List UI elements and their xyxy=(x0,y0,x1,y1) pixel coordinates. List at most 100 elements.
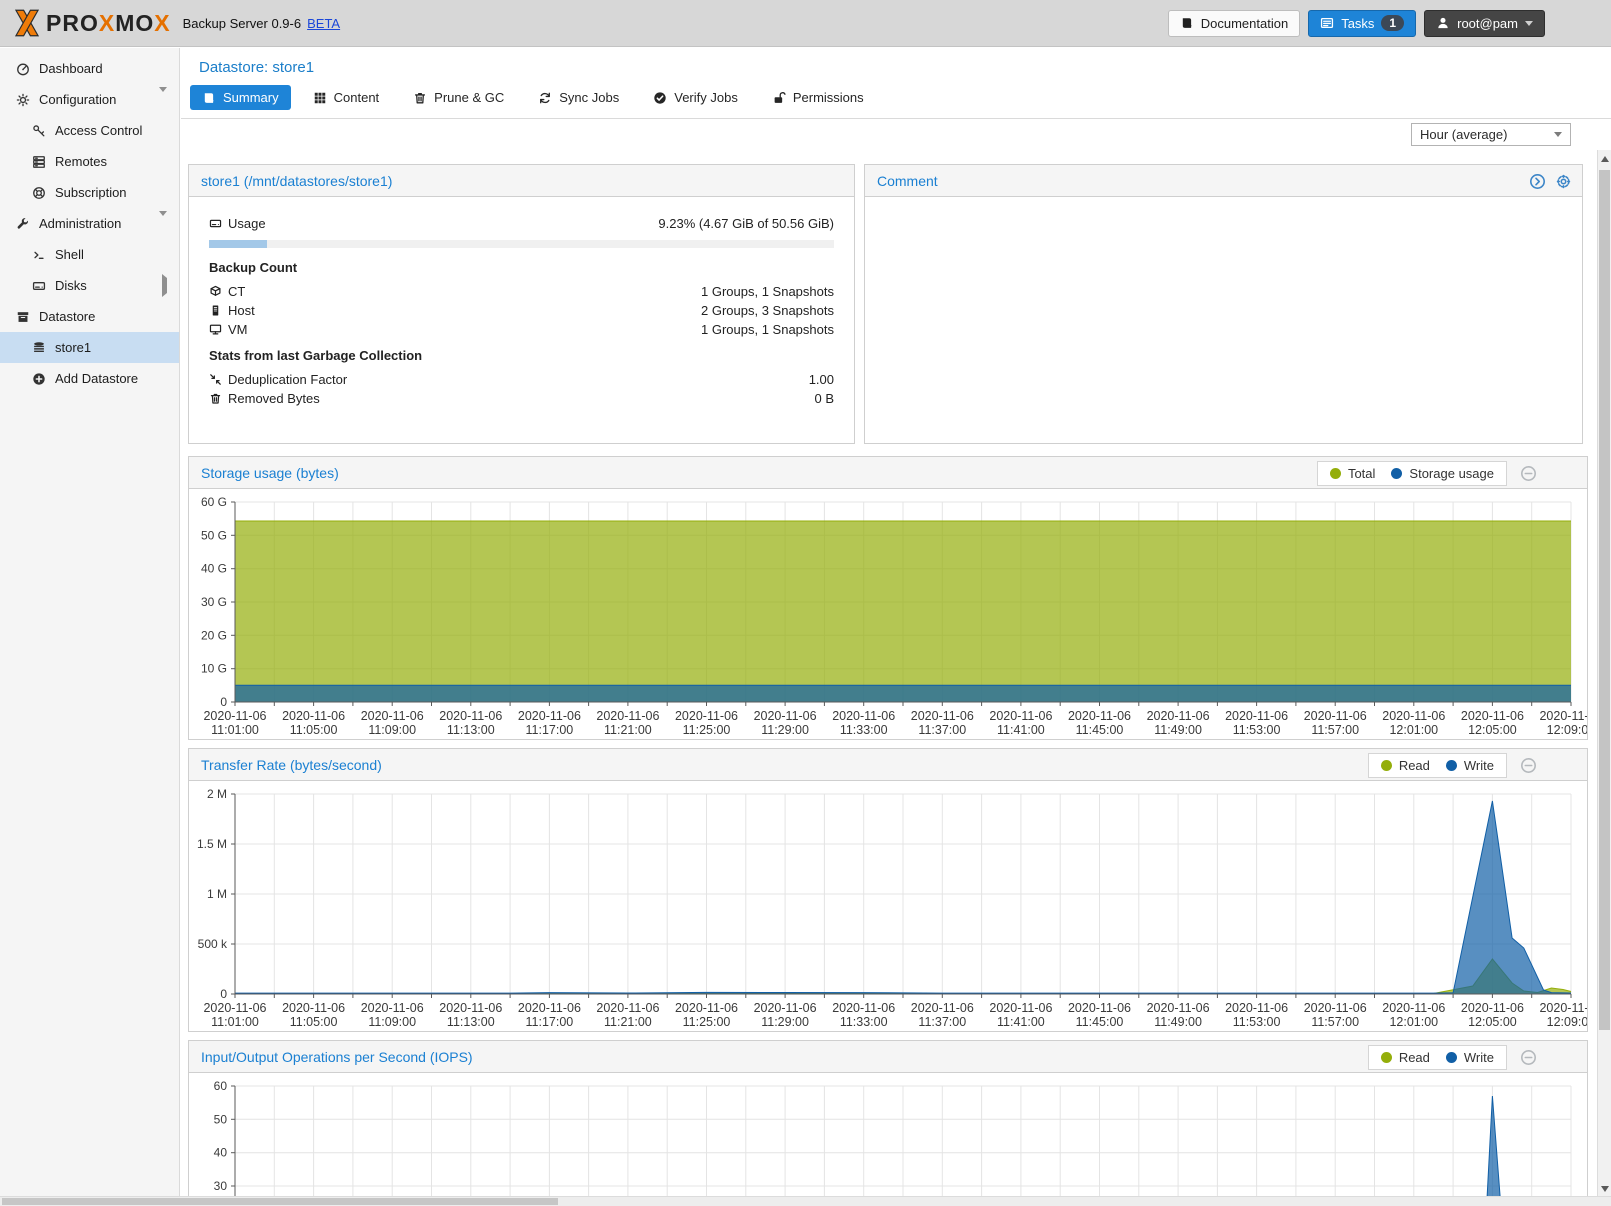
sidebar-item-dashboard[interactable]: Dashboard xyxy=(0,53,179,84)
svg-text:2020-11-0611:29:00: 2020-11-0611:29:00 xyxy=(754,709,817,737)
svg-text:60: 60 xyxy=(214,1079,228,1093)
backup-count-row-host: Host2 Groups, 3 Snapshots xyxy=(209,301,834,320)
tab-content[interactable]: Content xyxy=(301,85,392,110)
tab-prune-gc[interactable]: Prune & GC xyxy=(401,85,516,110)
sidebar-nav: Dashboard Configuration Access Control R… xyxy=(0,48,180,1206)
svg-text:60 G: 60 G xyxy=(201,495,227,509)
usage-row: Usage 9.23% (4.67 GiB of 50.56 GiB) xyxy=(209,213,834,233)
svg-text:2020-11-0611:29:00: 2020-11-0611:29:00 xyxy=(754,1001,817,1029)
beta-link[interactable]: BETA xyxy=(307,16,340,31)
proxmox-x-icon xyxy=(10,6,44,40)
svg-text:2020-11-0611:57:00: 2020-11-0611:57:00 xyxy=(1304,1001,1367,1029)
svg-text:2020-11-0611:53:00: 2020-11-0611:53:00 xyxy=(1225,1001,1288,1029)
tab-bar: Summary Content Prune & GC Sync Jobs Ver… xyxy=(181,85,1611,119)
interval-selector[interactable]: Hour (average) xyxy=(1411,123,1571,146)
svg-text:30 G: 30 G xyxy=(201,595,227,609)
server-list-icon xyxy=(29,155,49,169)
scroll-down-arrow-icon[interactable] xyxy=(1601,1186,1609,1192)
task-list-icon xyxy=(1320,16,1334,30)
usage-progress-fill xyxy=(209,240,267,248)
svg-text:2020-11-0611:09:00: 2020-11-0611:09:00 xyxy=(361,1001,424,1029)
gears-icon xyxy=(13,93,33,107)
svg-text:2020-11-0611:41:00: 2020-11-0611:41:00 xyxy=(989,709,1052,737)
expand-chevron-icon[interactable] xyxy=(162,278,167,293)
collapse-circle-icon[interactable] xyxy=(1520,1049,1537,1066)
legend-dot-total xyxy=(1330,468,1341,479)
database-icon xyxy=(29,341,49,355)
vertical-scrollbar-thumb[interactable] xyxy=(1599,170,1610,1030)
svg-text:2020-11-0611:09:00: 2020-11-0611:09:00 xyxy=(361,709,424,737)
book-icon xyxy=(1180,16,1194,30)
chart-legend: Read Write xyxy=(1368,1045,1507,1070)
svg-text:2020-11-0611:01:00: 2020-11-0611:01:00 xyxy=(203,709,266,737)
collapse-circle-icon[interactable] xyxy=(1520,757,1537,774)
legend-dot-write xyxy=(1446,760,1457,771)
tab-verify-jobs[interactable]: Verify Jobs xyxy=(641,85,750,110)
sync-icon xyxy=(538,91,552,105)
user-menu-button[interactable]: root@pam xyxy=(1424,10,1545,37)
plus-circle-icon xyxy=(29,372,49,386)
hdd-icon xyxy=(29,279,49,293)
sidebar-item-administration[interactable]: Administration xyxy=(0,208,179,239)
tab-sync-jobs[interactable]: Sync Jobs xyxy=(526,85,631,110)
documentation-button[interactable]: Documentation xyxy=(1168,10,1300,37)
brand-wordmark: PROXMOX xyxy=(46,10,171,37)
user-icon xyxy=(1436,16,1450,30)
gear-icon[interactable] xyxy=(1555,173,1572,190)
iops-panel: Input/Output Operations per Second (IOPS… xyxy=(188,1040,1588,1206)
svg-text:30: 30 xyxy=(214,1179,228,1193)
transfer-rate-panel: Transfer Rate (bytes/second) Read Write … xyxy=(188,748,1588,1032)
svg-text:2020-11-0611:49:00: 2020-11-0611:49:00 xyxy=(1147,1001,1210,1029)
horizontal-scrollbar-thumb[interactable] xyxy=(2,1198,558,1205)
svg-text:2020-11-0611:17:00: 2020-11-0611:17:00 xyxy=(518,709,581,737)
panel-title: store1 (/mnt/datastores/store1) xyxy=(189,173,392,189)
svg-text:2020-11-0611:57:00: 2020-11-0611:57:00 xyxy=(1304,709,1367,737)
iops-chart: 01020304050602020-11-0611:01:002020-11-0… xyxy=(189,1074,1587,1206)
sidebar-item-store1[interactable]: store1 xyxy=(0,332,179,363)
grid-icon xyxy=(313,91,327,105)
tasks-label: Tasks xyxy=(1341,16,1374,31)
svg-text:2020-11-0611:37:00: 2020-11-0611:37:00 xyxy=(911,709,974,737)
usage-progress-bar xyxy=(209,240,834,248)
tasks-button[interactable]: Tasks 1 xyxy=(1308,10,1416,37)
svg-text:2020-11-0611:05:00: 2020-11-0611:05:00 xyxy=(282,1001,345,1029)
gc-stats-heading: Stats from last Garbage Collection xyxy=(209,348,834,363)
svg-text:2020-11-0612:01:00: 2020-11-0612:01:00 xyxy=(1382,709,1445,737)
tab-permissions[interactable]: Permissions xyxy=(760,85,876,110)
tab-summary[interactable]: Summary xyxy=(190,85,291,110)
dashboard-icon xyxy=(13,62,33,76)
sidebar-item-subscription[interactable]: Subscription xyxy=(0,177,179,208)
chevron-right-circle-icon[interactable] xyxy=(1529,173,1546,190)
svg-text:2020-11-0612:05:00: 2020-11-0612:05:00 xyxy=(1461,709,1524,737)
check-circle-icon xyxy=(653,91,667,105)
svg-text:2020-11-0611:37:00: 2020-11-0611:37:00 xyxy=(911,1001,974,1029)
horizontal-scrollbar[interactable] xyxy=(0,1196,1611,1206)
building-icon xyxy=(209,304,228,317)
vertical-scrollbar[interactable] xyxy=(1597,150,1611,1196)
svg-text:0: 0 xyxy=(220,695,227,709)
svg-text:2020-11-0611:33:00: 2020-11-0611:33:00 xyxy=(832,709,895,737)
svg-text:10 G: 10 G xyxy=(201,662,227,676)
sidebar-item-configuration[interactable]: Configuration xyxy=(0,84,179,115)
chart-title: Storage usage (bytes) xyxy=(189,465,339,481)
svg-text:2020-11-0611:13:00: 2020-11-0611:13:00 xyxy=(439,1001,502,1029)
sidebar-item-shell[interactable]: Shell xyxy=(0,239,179,270)
scroll-up-arrow-icon[interactable] xyxy=(1601,156,1609,162)
svg-text:2020-11-0611:25:00: 2020-11-0611:25:00 xyxy=(675,1001,738,1029)
user-label: root@pam xyxy=(1457,16,1518,31)
svg-text:40: 40 xyxy=(214,1146,228,1160)
collapse-chevron-icon[interactable] xyxy=(159,92,167,107)
sidebar-item-disks[interactable]: Disks xyxy=(0,270,179,301)
collapse-circle-icon[interactable] xyxy=(1520,465,1537,482)
sidebar-item-remotes[interactable]: Remotes xyxy=(0,146,179,177)
svg-text:2020-11-0612:05:00: 2020-11-0612:05:00 xyxy=(1461,1001,1524,1029)
key-icon xyxy=(29,124,49,138)
legend-dot-storage-usage xyxy=(1391,468,1402,479)
book-icon xyxy=(202,91,216,105)
sidebar-item-add-datastore[interactable]: Add Datastore xyxy=(0,363,179,394)
svg-text:2020-11-0612:01:00: 2020-11-0612:01:00 xyxy=(1382,1001,1445,1029)
svg-text:2020-11-0611:45:00: 2020-11-0611:45:00 xyxy=(1068,709,1131,737)
sidebar-item-access-control[interactable]: Access Control xyxy=(0,115,179,146)
collapse-chevron-icon[interactable] xyxy=(159,216,167,231)
sidebar-item-datastore[interactable]: Datastore xyxy=(0,301,179,332)
